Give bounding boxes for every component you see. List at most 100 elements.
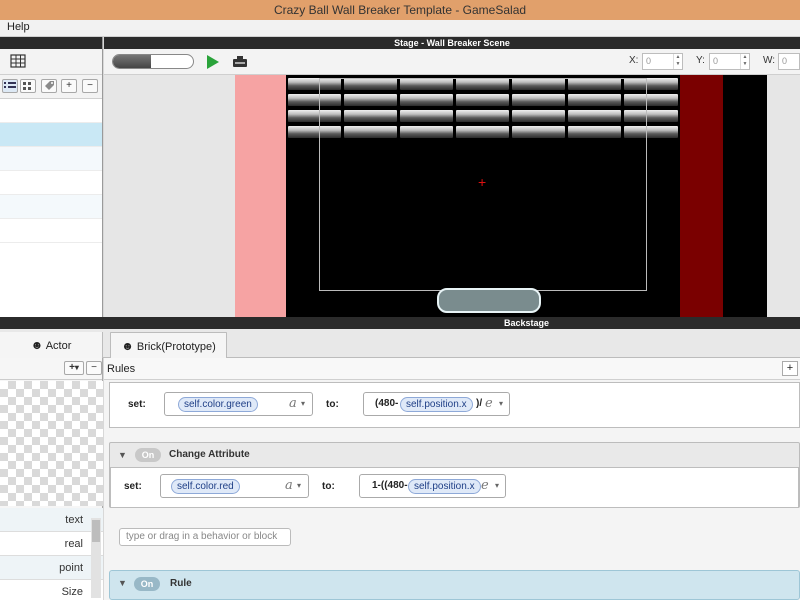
tab-brick-prototype[interactable]: ☻ Brick(Prototype) [110,332,227,358]
list-item[interactable] [0,147,102,171]
expression-suffix: )/ [476,398,483,409]
backstage-header: Backstage [0,317,800,329]
behavior-header[interactable]: ▼ On Change Attribute [110,443,799,467]
y-input[interactable]: 0 ▲ ▼ [709,53,750,70]
expression-prefix: 1-((480- [372,480,408,491]
paddle-actor[interactable] [437,288,541,313]
attribute-scrollbar[interactable] [91,518,101,598]
change-attribute-body: set: self.color.red a ▾ to: 1-((480- sel… [110,467,799,508]
list-item[interactable] [0,219,102,243]
stage-panel: Stage - Wall Breaker Scene X: 0 ▲ ▼ Y: 0 … [104,37,800,317]
w-value: 0 [782,56,788,66]
rules-panel: Rules + set: self.color.green a ▾ to: (4… [104,358,800,600]
set-label: set: [124,481,142,492]
tab-actor-label: Actor [45,340,72,352]
dark-red-wall [680,75,723,317]
attribute-list: text real point Size [0,508,103,600]
rules-label: Rules [107,363,136,375]
grid-view-icon[interactable] [20,79,36,93]
remove-attribute-button[interactable]: − [86,361,102,375]
list-item[interactable] [0,171,102,195]
play-icon[interactable] [207,55,219,69]
change-attribute-body: set: self.color.green a ▾ to: (480- self… [109,382,800,428]
camera-icon[interactable] [233,56,247,67]
stage-header: Stage - Wall Breaker Scene [104,37,800,49]
x-value: 0 [646,56,652,66]
add-rule-button[interactable]: + [782,361,798,376]
w-input[interactable]: 0 [778,53,800,70]
stage-toolbar: X: 0 ▲ ▼ Y: 0 ▲ ▼ W: 0 [104,49,800,75]
attribute-target-field[interactable]: self.color.green a ▾ [164,392,313,416]
scene-background: + [286,75,680,317]
window-title: Crazy Ball Wall Breaker Template - GameS… [0,0,800,20]
tab-brick-label: Brick(Prototype) [136,341,216,353]
list-item[interactable] [0,195,102,219]
list-item[interactable] [0,99,102,123]
actor-mask-icon: ☻ [30,338,44,352]
backstage-tabs: ☻ Actor ☻ Brick(Prototype) [0,329,800,358]
zoom-slider[interactable] [112,54,194,69]
expression-field[interactable]: 1-((480- self.position.x e ▾ [359,474,506,498]
y-spinner[interactable]: ▲ ▼ [740,54,749,69]
expression-editor-icon[interactable]: e [485,396,493,411]
x-spinner[interactable]: ▲ ▼ [673,54,682,69]
rule-block[interactable]: ▼ On Rule [109,570,800,600]
x-input[interactable]: 0 ▲ ▼ [642,53,683,70]
attribute-pill: self.color.red [171,479,240,494]
actor-panel-toolbar: +▾ − [0,358,102,380]
attribute-type[interactable]: point [0,556,103,580]
attribute-browser-icon[interactable]: a [285,478,293,493]
expression-attribute-pill: self.position.x [400,397,473,412]
attribute-type[interactable]: Size [0,580,103,600]
expression-attribute-pill: self.position.x [408,479,481,494]
on-toggle[interactable]: On [134,577,160,591]
pink-wall [235,75,287,317]
list-view-icon[interactable] [2,79,18,93]
add-attribute-button[interactable]: +▾ [64,361,84,375]
backstage-title: Backstage [504,318,550,328]
rules-header: Rules + [104,358,800,380]
collapse-icon[interactable]: ▼ [118,578,127,588]
crosshair-icon: + [478,174,487,190]
attribute-browser-icon[interactable]: a [289,396,297,411]
remove-button[interactable]: − [82,79,98,93]
view-toolbar: + − [0,75,102,99]
collapse-icon[interactable]: ▼ [118,450,127,460]
to-label: to: [322,481,335,492]
behavior-title: Change Attribute [169,449,250,460]
attribute-type[interactable]: real [0,532,103,556]
panel-header [0,37,102,49]
tag-icon[interactable] [41,79,57,93]
table-icon[interactable] [10,54,26,68]
attribute-target-field[interactable]: self.color.red a ▾ [160,474,309,498]
x-label: X: [629,55,639,66]
set-label: set: [128,399,146,410]
scrollbar-thumb[interactable] [92,520,100,542]
chevron-down-icon[interactable]: ▾ [297,481,301,490]
to-label: to: [326,399,339,410]
menu-help[interactable]: Help [7,21,30,33]
chevron-down-icon[interactable]: ▾ [499,399,503,408]
behavior-drop-input[interactable]: type or drag in a behavior or block [119,528,291,546]
actor-image-preview[interactable] [0,381,103,506]
menu-bar: Help [0,20,800,37]
list-item[interactable] [0,123,102,147]
add-button[interactable]: + [61,79,77,93]
attribute-pill: self.color.green [178,397,258,412]
tab-actor[interactable]: ☻ Actor [0,332,103,358]
expression-editor-icon[interactable]: e [481,478,489,493]
brick-mask-icon: ☻ [121,339,134,353]
on-toggle[interactable]: On [135,448,161,462]
attribute-type[interactable]: text [0,508,103,532]
chevron-down-icon: ▾ [74,363,79,372]
y-label: Y: [696,55,705,66]
chevron-down-icon[interactable]: ▾ [301,399,305,408]
right-border [723,75,767,317]
expression-field[interactable]: (480- self.position.x )/ e ▾ [363,392,510,416]
w-label: W: [763,55,776,66]
chevron-down-icon[interactable]: ▾ [495,481,499,490]
scene-canvas[interactable]: + [104,75,800,317]
expression-prefix: (480- [375,398,399,409]
actor-attributes-panel: +▾ − text real point Size [0,358,103,600]
scene-browser-panel: + − [0,37,103,317]
